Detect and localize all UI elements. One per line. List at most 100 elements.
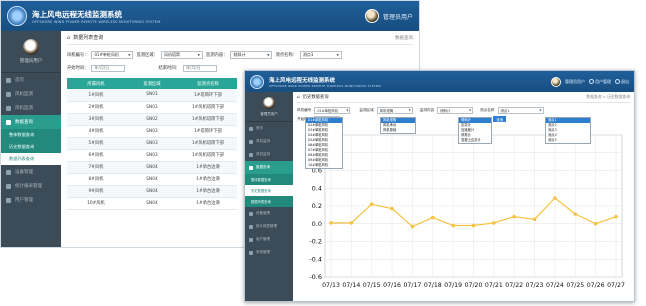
sidebar-item-label: 风机监测 <box>15 106 33 111</box>
sidebar-sub-overall[interactable]: 整体数据查询 <box>245 174 293 185</box>
dropdown-option[interactable]: 10#单桩风机 <box>306 163 342 168</box>
data-point <box>573 212 578 216</box>
avatar[interactable] <box>364 9 379 23</box>
query-button[interactable]: 查询 <box>493 116 507 122</box>
sidebar-item-system[interactable]: 系统管理 <box>245 246 293 259</box>
fan-select[interactable]: 01#单桩风机 <box>314 107 351 114</box>
region-select[interactable]: 风机塔筒 <box>160 51 203 59</box>
data-table: 所属风机 监测区域 监测点名称 1#风机 SN01 1#塔筒环下部 2#风机 SN01 1… <box>67 78 237 210</box>
table-row[interactable]: 1#风机 SN01 1#塔筒环下部 <box>67 89 237 102</box>
sidebar-item-monitor[interactable]: 风机监测 <box>245 135 293 148</box>
point-label: 测点名称： <box>275 53 297 58</box>
user-greeting[interactable]: 管理员用户 <box>383 12 413 21</box>
user-menu: 管理员用户 用户管理 退出 <box>551 76 629 87</box>
content-select[interactable]: 倾斜计 <box>437 107 474 114</box>
user-menu[interactable]: 管理员用户 <box>364 9 413 23</box>
table-row[interactable]: 5#风机 SN03 1#风机塔筒下部 <box>67 137 237 150</box>
page-title: 历史数据查询 <box>302 95 329 100</box>
sidebar-item-users[interactable]: 用户管理 <box>1 193 61 207</box>
sidebar-item-users[interactable]: 用户管理 <box>245 233 293 246</box>
sidebar-item-label: 统计报表管理 <box>256 224 277 228</box>
table-cell: 1#风机塔筒下部 <box>179 101 237 114</box>
table-row[interactable]: 2#风机 SN01 1#风机塔筒下部 <box>67 101 237 114</box>
table-cell: 5#风机 <box>67 137 125 150</box>
logout-link[interactable]: 退出 <box>615 79 629 85</box>
sidebar-item-label: 首页 <box>15 78 24 83</box>
point-select[interactable]: 测点1 <box>299 51 342 59</box>
sidebar-item-data-query[interactable]: 数据查询 <box>1 115 61 129</box>
sidebar-item-monitor-2[interactable]: 风机监测 <box>245 148 293 161</box>
x-tick-label: 07/14 <box>342 282 360 289</box>
column-header[interactable]: 监测点名称 <box>179 78 237 89</box>
user-greeting[interactable]: 管理员用户 <box>565 79 585 85</box>
query-icon <box>6 119 11 125</box>
sidebar-sub-list[interactable]: 数据列表查询 <box>245 196 293 207</box>
table-cell: 4#风机 <box>67 125 125 138</box>
report-icon <box>249 224 253 229</box>
table-row[interactable]: 4#风机 SN03 1#塔筒环下部 <box>67 125 237 138</box>
system-logo-icon <box>250 74 264 89</box>
sidebar-sub-list[interactable]: 数据列表查询 <box>1 153 61 165</box>
monitor-icon <box>249 139 253 144</box>
content-select[interactable]: 倾斜计 <box>230 51 273 59</box>
table-cell: SN01 <box>125 89 179 102</box>
sidebar-sub-history[interactable]: 历史数据查询 <box>245 185 293 196</box>
sidebar-item-device[interactable]: 设备管理 <box>245 207 293 220</box>
sidebar-sub-overall[interactable]: 整体数据查询 <box>1 129 61 141</box>
sidebar-item-monitor[interactable]: 风机监测 <box>1 87 61 101</box>
page-title: 数据列表查询 <box>73 35 104 41</box>
sidebar-item-label: 风机监测 <box>256 152 270 156</box>
home-icon[interactable]: ⌂ <box>297 95 300 100</box>
start-date-input[interactable]: 年/月/日 <box>91 64 126 72</box>
sidebar-item-report[interactable]: 统计报表管理 <box>245 220 293 233</box>
table-row[interactable]: 6#风机 SN03 1#风机塔筒下部 <box>67 149 237 162</box>
avatar[interactable] <box>551 76 561 87</box>
table-cell: 1#风机塔筒下部 <box>179 113 237 126</box>
user-manage-label: 用户管理 <box>595 78 611 84</box>
column-header[interactable]: 所属风机 <box>67 78 125 89</box>
sidebar-item-home[interactable]: 首页 <box>1 73 61 87</box>
column-header[interactable]: 监测区域 <box>125 78 179 89</box>
y-tick-label: 0.2 <box>312 202 322 210</box>
x-tick-label: 07/27 <box>607 282 625 289</box>
dropdown-option[interactable]: 风机基础 <box>381 128 415 133</box>
sidebar-item-device[interactable]: 设备管理 <box>1 165 61 179</box>
dropdown-option[interactable]: 混凝土应变计 <box>459 138 491 143</box>
sidebar-item-report[interactable]: 统计报表管理 <box>1 179 61 193</box>
end-date-input[interactable]: 年/月/日 <box>182 64 217 72</box>
table-row[interactable]: 10#风机 SN04 1#承台边滑 <box>67 197 237 210</box>
x-tick-label: 07/18 <box>424 282 442 289</box>
breadcrumb-path[interactable]: 数据查询 > 历史数据查询 <box>586 94 630 100</box>
sidebar-sub-history[interactable]: 历史数据查询 <box>1 141 61 153</box>
fan-select[interactable]: 01#单桩风机 <box>91 51 134 59</box>
table-header-row: 所属风机 监测区域 监测点名称 <box>67 78 237 89</box>
filter-row: 风机编号 01#单桩风机 监测区域 风机塔筒 监测内容 倾斜计 测点名称 测点1 <box>297 106 630 115</box>
table-cell: SN03 <box>125 137 179 150</box>
table-row[interactable]: 8#风机 SN04 1#承台边滑 <box>67 173 237 186</box>
table-row[interactable]: 3#风机 SN02 1#风机塔筒下部 <box>67 113 237 126</box>
breadcrumb-path[interactable]: 数据查询 <box>395 35 413 41</box>
point-select[interactable]: 测点1 <box>497 107 544 114</box>
x-tick-label: 07/26 <box>587 282 605 289</box>
logout-label: 退出 <box>621 78 629 84</box>
content-label: 监测内容： <box>205 53 228 58</box>
table-row[interactable]: 9#风机 SN04 1#承台边滑 <box>67 185 237 198</box>
sidebar-item-data-query[interactable]: 数据查询 <box>245 161 293 174</box>
sidebar-item-monitor-2[interactable]: 风机监测 <box>1 101 61 115</box>
fan-label: 风机编号： <box>67 53 89 58</box>
user-icon <box>589 79 594 84</box>
x-tick-label: 07/24 <box>546 282 564 289</box>
sidebar-item-label: 数据查询 <box>15 120 33 125</box>
dropdown-option[interactable]: 测点5 <box>546 138 590 143</box>
region-select[interactable]: 风机塔筒 <box>376 107 413 114</box>
table-row[interactable]: 7#风机 SN04 1#承台边滑 <box>67 161 237 174</box>
home-icon[interactable]: ⌂ <box>67 35 70 41</box>
sidebar-item-label: 用户管理 <box>15 198 33 203</box>
table-cell: SN03 <box>125 149 179 162</box>
settings-icon <box>249 250 253 255</box>
x-tick-label: 07/13 <box>322 282 340 289</box>
region-label: 监测区域 <box>359 108 374 112</box>
sidebar-item-home[interactable]: 首页 <box>245 122 293 135</box>
user-manage-link[interactable]: 用户管理 <box>589 79 611 85</box>
data-point <box>471 223 476 228</box>
